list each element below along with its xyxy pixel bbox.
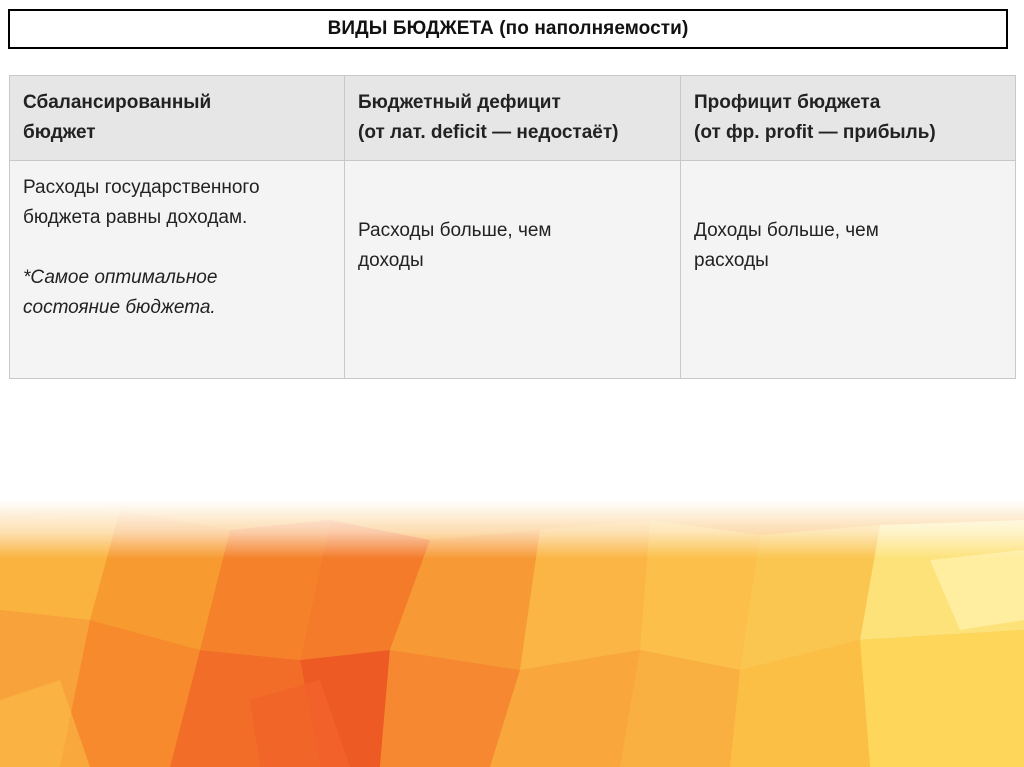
header-line: бюджет [23, 122, 96, 143]
page-title: ВИДЫ БЮДЖЕТА (по наполняемости) [327, 18, 689, 39]
table-row: Расходы государственного бюджета равны д… [9, 160, 1016, 379]
table-header-row: Сбалансированный бюджет Бюджетный дефици… [9, 75, 1016, 161]
slide: ВИДЫ БЮДЖЕТА (по наполняемости) Сбаланси… [0, 0, 1024, 767]
header-budget-deficit: Бюджетный дефицит (от лат. deficit — нед… [344, 75, 681, 161]
cell-line: Доходы больше, чем [694, 220, 879, 241]
header-line: (от фр. profit — прибыль) [694, 122, 936, 143]
header-line: Бюджетный дефицит [358, 92, 561, 113]
balanced-note: *Самое оптимальное состояние бюджета. [23, 263, 332, 323]
header-line: Сбалансированный [23, 92, 212, 113]
header-line: Профицит бюджета [694, 92, 881, 113]
header-budget-surplus: Профицит бюджета (от фр. profit — прибыл… [680, 75, 1016, 161]
cell-line: бюджета равны доходам. [23, 207, 248, 228]
cell-line: Расходы больше, чем [358, 220, 552, 241]
budget-types-table: Сбалансированный бюджет Бюджетный дефици… [9, 75, 1016, 379]
cell-surplus-description: Доходы больше, чем расходы [680, 160, 1016, 379]
cell-line: Расходы государственного [23, 177, 260, 198]
cell-balanced-description: Расходы государственного бюджета равны д… [9, 160, 345, 379]
note-line: состояние бюджета. [23, 297, 216, 318]
cell-deficit-description: Расходы больше, чем доходы [344, 160, 681, 379]
header-line: (от лат. deficit — недостаёт) [358, 122, 619, 143]
decorative-polygon-background [0, 500, 1024, 767]
cell-line: расходы [694, 250, 769, 271]
header-balanced-budget: Сбалансированный бюджет [9, 75, 345, 161]
title-box: ВИДЫ БЮДЖЕТА (по наполняемости) [8, 9, 1008, 49]
cell-line: доходы [358, 250, 424, 271]
note-line: *Самое оптимальное [23, 267, 218, 288]
